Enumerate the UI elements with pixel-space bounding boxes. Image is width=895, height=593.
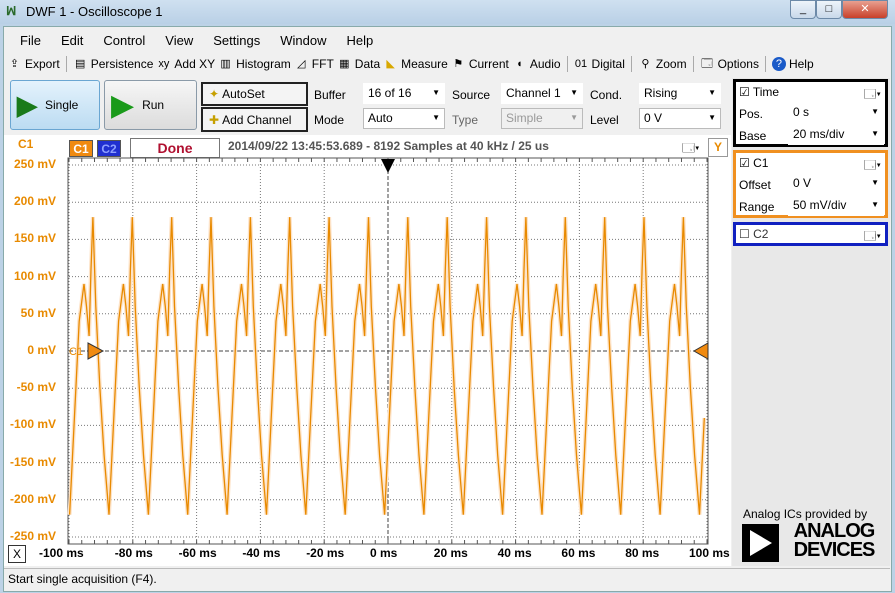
x-tick-label: 40 ms	[497, 546, 532, 560]
y-tick-label: 0 mV	[27, 343, 56, 357]
x-tick-label: 20 ms	[433, 546, 468, 560]
x-tick-label: -80 ms	[114, 546, 153, 560]
y-tick-label: 150 mV	[13, 231, 56, 246]
range-select[interactable]: 50 mV/div ▼	[788, 195, 884, 216]
offset-label: Offset	[739, 178, 771, 192]
y-tick-label: -250 mV	[9, 529, 56, 543]
y-tick-label: -150 mV	[9, 454, 56, 469]
x-tick-label: -100 ms	[39, 546, 84, 560]
c2-panel: ☐ C2 🗔▾	[733, 222, 888, 246]
status-bar: Start single acquisition (F4).	[4, 568, 890, 590]
c2-checkbox[interactable]: ☐ C2	[739, 227, 768, 241]
c1-panel: ☑ C1 🗔▾ Offset 0 V ▼ Range 50 mV/div ▼	[733, 150, 888, 218]
analog-devices-logo: ANALOG DEVICES	[742, 521, 880, 563]
base-select[interactable]: 20 ms/div ▼	[788, 124, 884, 145]
y-tick-label: -100 mV	[9, 417, 56, 432]
x-tick-label: 60 ms	[561, 546, 596, 560]
y-tick-label: 100 mV	[13, 268, 56, 283]
x-tick-label: 0 ms	[370, 546, 398, 560]
y-tick-label: 250 mV	[13, 157, 56, 171]
pos-label: Pos.	[739, 107, 764, 121]
base-label: Base	[739, 129, 767, 143]
trigger-channel-label: C1	[69, 346, 83, 358]
range-label: Range	[739, 200, 775, 214]
c2-options-icon[interactable]: 🗔▾	[864, 227, 881, 248]
time-checkbox[interactable]: ☑ Time	[739, 85, 779, 99]
y-tick-label: 50 mV	[20, 305, 56, 320]
y-tick-label: -50 mV	[16, 380, 56, 395]
x-tick-label: -40 ms	[242, 546, 281, 560]
x-tick-label: -20 ms	[306, 546, 345, 560]
offset-input[interactable]: 0 V ▼	[788, 173, 884, 194]
pos-input[interactable]: 0 s ▼	[788, 102, 884, 123]
ad-caption: Analog ICs provided by	[743, 507, 868, 521]
x-tick-label: 80 ms	[625, 546, 660, 560]
x-tick-label: -60 ms	[178, 546, 217, 560]
x-tick-label: 100 ms	[689, 546, 730, 560]
c1-checkbox[interactable]: ☑ C1	[739, 156, 768, 170]
y-tick-label: 200 mV	[13, 194, 56, 209]
time-panel: ☑ Time 🗔▾ Pos. 0 s ▼ Base 20 ms/div ▼	[733, 79, 888, 147]
y-tick-label: -200 mV	[9, 491, 56, 506]
